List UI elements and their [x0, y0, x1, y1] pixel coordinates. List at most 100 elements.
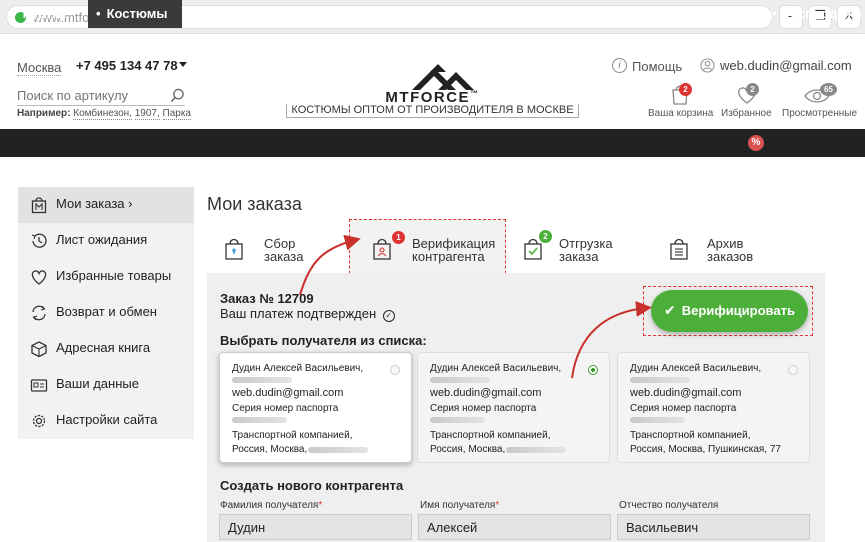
recipient-email: web.dudin@gmail.com — [430, 387, 542, 399]
redacted-text — [430, 417, 485, 423]
first-name-label: Имя получателя* — [420, 500, 500, 511]
return-arrows-icon — [32, 305, 46, 321]
account-sidebar: Мои заказа › Лист ожидания Избранные тов… — [18, 187, 194, 439]
tab-label: заказа — [559, 249, 599, 264]
order-number: Заказ № 12709 — [220, 291, 314, 306]
recipient-delivery: Транспортной компанией, — [430, 430, 551, 441]
recipient-passport: Серия номер паспорта — [430, 403, 537, 414]
first-name-input[interactable] — [418, 514, 611, 540]
shipment-badge: 2 — [539, 230, 552, 243]
recipient-passport: Серия номер паспорта — [630, 403, 737, 414]
nav-item-gloves[interactable]: Перчатки — [280, 0, 351, 28]
sidebar-item-label: Возврат и обмен — [56, 304, 157, 319]
verification-badge: 1 — [392, 231, 405, 244]
favorites-label[interactable]: Избранное — [721, 108, 772, 119]
redacted-text — [308, 447, 368, 453]
sidebar-item-favorites[interactable]: Избранные товары — [18, 259, 194, 295]
patronymic-label: Отчество получателя — [619, 500, 719, 511]
cart-label[interactable]: Ваша корзина — [648, 108, 713, 119]
phone-number[interactable]: +7 495 134 47 78 — [76, 58, 178, 73]
recipient-delivery: Транспортной компанией, — [232, 430, 353, 441]
sidebar-item-settings[interactable]: Настройки сайта — [18, 403, 194, 439]
recipient-delivery: Транспортной компанией, — [630, 430, 751, 441]
archive-bag-icon — [670, 238, 688, 260]
tab-shipment[interactable]: 2 Отгрузка заказа — [519, 230, 629, 270]
sidebar-item-orders[interactable]: Мои заказа › — [18, 187, 194, 223]
recipient-city: Россия, Москва, Пушкинская, 77 — [630, 444, 781, 455]
recipient-card[interactable]: Дудин Алексей Васильевич, web.dudin@gmai… — [417, 352, 610, 463]
sidebar-item-label: Лист ожидания — [56, 232, 148, 247]
nav-item-trousers[interactable]: Брюки — [196, 0, 250, 28]
recipient-city: Россия, Москва, — [232, 444, 308, 455]
sidebar-item-address-book[interactable]: Адресная книга — [18, 331, 194, 367]
nav-item-shorts[interactable]: Шорты — [580, 0, 637, 28]
nav-item-jackets[interactable]: Куртки — [12, 0, 74, 28]
redacted-text — [232, 377, 292, 383]
recipient-card[interactable]: Дудин Алексей Васильевич, web.dudin@gmai… — [617, 352, 810, 463]
recipient-city: Россия, Москва, — [430, 444, 506, 455]
sidebar-item-returns[interactable]: Возврат и обмен — [18, 295, 194, 331]
patronymic-input[interactable] — [617, 514, 810, 540]
recipient-name: Дудин Алексей Васильевич, — [630, 363, 762, 374]
verify-button[interactable]: ✔ Верифицировать — [651, 290, 808, 332]
gear-icon — [32, 414, 46, 428]
city-selector[interactable]: Москва — [17, 60, 62, 76]
sidebar-item-label: Избранные товары — [56, 268, 172, 283]
redacted-text — [232, 417, 287, 423]
id-card-icon — [30, 379, 48, 392]
tab-archive[interactable]: Архив заказов — [665, 230, 775, 270]
last-name-input[interactable] — [219, 514, 412, 540]
choose-recipient-heading: Выбрать получателя из списка: — [220, 333, 427, 348]
chevron-down-icon[interactable] — [179, 62, 187, 67]
sale-icon: % — [748, 135, 764, 151]
sidebar-item-your-data[interactable]: Ваши данные — [18, 367, 194, 403]
clock-icon — [31, 233, 47, 248]
box-icon — [31, 341, 47, 358]
user-email[interactable]: web.dudin@gmail.com — [720, 58, 852, 73]
viewed-label[interactable]: Просмотренные — [782, 108, 857, 119]
tab-label: заказа — [264, 249, 304, 264]
recipient-name: Дудин Алексей Васильевич, — [430, 363, 562, 374]
nav-item-suits[interactable]: Костюмы — [88, 0, 182, 28]
recipient-radio[interactable] — [788, 365, 798, 375]
last-name-label: Фамилия получателя* — [220, 500, 323, 511]
info-icon[interactable]: i — [612, 58, 627, 73]
page-title: Мои заказа — [207, 194, 302, 214]
recipient-name: Дудин Алексей Васильевич, — [232, 363, 364, 374]
user-icon[interactable] — [700, 58, 715, 73]
sidebar-item-label: Адресная книга — [56, 340, 151, 355]
main-nav — [0, 129, 865, 157]
redacted-text — [430, 377, 490, 383]
recipient-email: web.dudin@gmail.com — [232, 387, 344, 399]
nav-item-thermal[interactable]: Термобелье — [463, 0, 552, 28]
orders-bag-icon — [31, 197, 47, 214]
recipient-card[interactable]: Дудин Алексей Васильевич, web.dudin@gmai… — [219, 352, 412, 463]
help-link[interactable]: Помощь — [632, 59, 682, 74]
payment-status: Ваш платеж подтвержден ✓ — [220, 306, 395, 322]
tab-label: контрагента — [412, 249, 485, 264]
nav-item-other[interactable]: Другие — [664, 0, 720, 28]
redacted-text — [630, 377, 690, 383]
checkmark-icon: ✔ — [664, 303, 676, 319]
sidebar-item-waitlist[interactable]: Лист ожидания — [18, 223, 194, 259]
tab-order-assembly[interactable]: Сбор заказа — [220, 230, 330, 270]
recipient-radio[interactable] — [588, 365, 598, 375]
heart-icon — [31, 270, 47, 285]
check-circle-icon: ✓ — [382, 310, 395, 322]
shopping-bag-icon — [225, 238, 243, 260]
nav-item-sale[interactable]: Распродажи — [772, 0, 862, 28]
sidebar-item-label: Ваши данные — [56, 376, 139, 391]
viewed-badge: 65 — [820, 83, 837, 96]
tab-label: заказов — [707, 249, 754, 264]
nav-item-hats[interactable]: Шапки — [382, 0, 436, 28]
recipient-radio[interactable] — [390, 365, 400, 375]
create-recipient-heading: Создать нового контрагента — [220, 478, 404, 493]
sidebar-item-label: Мои заказа › — [56, 196, 133, 211]
sidebar-item-label: Настройки сайта — [56, 412, 158, 427]
recipient-passport: Серия номер паспорта — [232, 403, 339, 414]
redacted-text — [506, 447, 566, 453]
redacted-text — [630, 417, 685, 423]
favorites-badge: 2 — [746, 83, 759, 96]
recipient-email: web.dudin@gmail.com — [630, 387, 742, 399]
tab-verification[interactable]: 1 Верификация контрагента — [368, 230, 498, 270]
